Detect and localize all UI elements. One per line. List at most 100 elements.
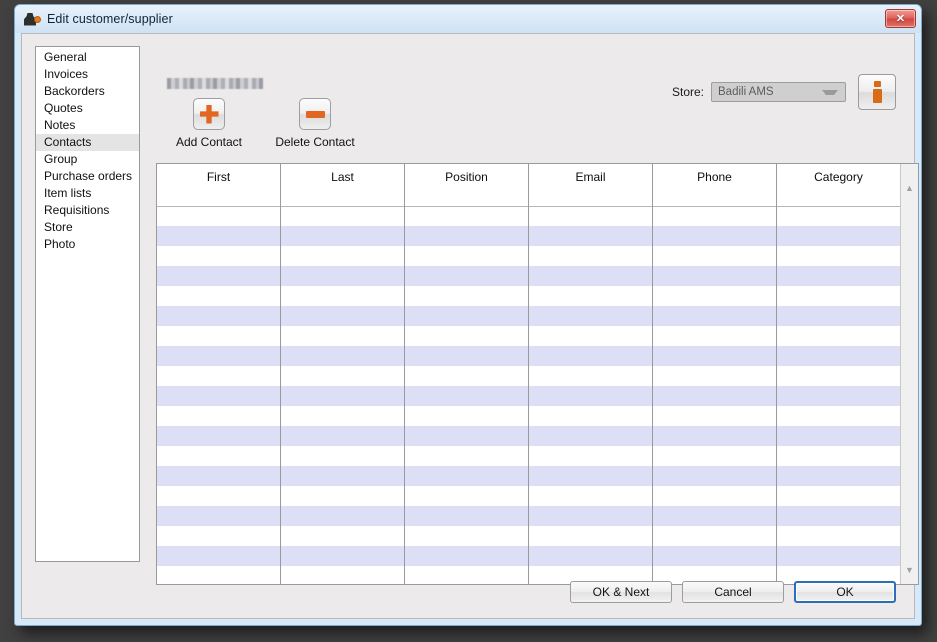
table-cell[interactable]: [777, 266, 900, 286]
table-cell[interactable]: [405, 466, 529, 486]
table-cell[interactable]: [777, 306, 900, 326]
table-cell[interactable]: [281, 466, 405, 486]
table-cell[interactable]: [777, 326, 900, 346]
table-cell[interactable]: [529, 446, 653, 466]
table-cell[interactable]: [281, 246, 405, 266]
table-cell[interactable]: [777, 386, 900, 406]
table-cell[interactable]: [281, 526, 405, 546]
table-cell[interactable]: [157, 346, 281, 366]
table-cell[interactable]: [405, 486, 529, 506]
sidebar-item-group[interactable]: Group: [36, 151, 139, 168]
table-cell[interactable]: [281, 326, 405, 346]
table-cell[interactable]: [777, 346, 900, 366]
table-cell[interactable]: [405, 366, 529, 386]
table-cell[interactable]: [529, 386, 653, 406]
table-cell[interactable]: [653, 446, 777, 466]
table-cell[interactable]: [157, 546, 281, 566]
table-cell[interactable]: [157, 286, 281, 306]
table-cell[interactable]: [529, 246, 653, 266]
table-cell[interactable]: [777, 506, 900, 526]
table-cell[interactable]: [405, 406, 529, 426]
cancel-button[interactable]: Cancel: [682, 581, 784, 603]
table-cell[interactable]: [281, 286, 405, 306]
table-cell[interactable]: [405, 446, 529, 466]
table-cell[interactable]: [157, 566, 281, 584]
table-cell[interactable]: [281, 566, 405, 584]
table-cell[interactable]: [281, 386, 405, 406]
table-row[interactable]: [157, 426, 900, 446]
table-cell[interactable]: [405, 306, 529, 326]
column-header-first[interactable]: First: [157, 164, 281, 206]
table-row[interactable]: [157, 226, 900, 246]
table-cell[interactable]: [405, 526, 529, 546]
add-contact-button[interactable]: Add Contact: [170, 98, 248, 149]
table-cell[interactable]: [281, 366, 405, 386]
table-cell[interactable]: [157, 406, 281, 426]
table-cell[interactable]: [529, 286, 653, 306]
table-cell[interactable]: [281, 426, 405, 446]
table-cell[interactable]: [281, 266, 405, 286]
info-button[interactable]: [858, 74, 896, 110]
table-cell[interactable]: [529, 406, 653, 426]
table-cell[interactable]: [157, 366, 281, 386]
table-cell[interactable]: [281, 346, 405, 366]
table-row[interactable]: [157, 326, 900, 346]
table-cell[interactable]: [157, 426, 281, 446]
scroll-up-icon[interactable]: ▲: [901, 180, 918, 196]
sidebar-item-requisitions[interactable]: Requisitions: [36, 202, 139, 219]
table-cell[interactable]: [529, 306, 653, 326]
table-cell[interactable]: [157, 466, 281, 486]
table-cell[interactable]: [157, 386, 281, 406]
table-cell[interactable]: [653, 546, 777, 566]
table-row[interactable]: [157, 506, 900, 526]
table-cell[interactable]: [281, 446, 405, 466]
sidebar-item-store[interactable]: Store: [36, 219, 139, 236]
table-cell[interactable]: [405, 426, 529, 446]
table-cell[interactable]: [157, 266, 281, 286]
sidebar-item-purchase-orders[interactable]: Purchase orders: [36, 168, 139, 185]
table-cell[interactable]: [281, 406, 405, 426]
table-cell[interactable]: [405, 346, 529, 366]
vertical-scrollbar[interactable]: ▲ ▼: [900, 164, 918, 584]
table-row[interactable]: [157, 306, 900, 326]
table-cell[interactable]: [777, 286, 900, 306]
table-cell[interactable]: [405, 326, 529, 346]
table-cell[interactable]: [529, 326, 653, 346]
column-header-category[interactable]: Category: [777, 164, 900, 206]
table-cell[interactable]: [653, 426, 777, 446]
close-icon[interactable]: [885, 9, 916, 28]
table-row[interactable]: [157, 546, 900, 566]
table-cell[interactable]: [653, 506, 777, 526]
table-cell[interactable]: [653, 206, 777, 226]
table-cell[interactable]: [281, 226, 405, 246]
table-cell[interactable]: [405, 506, 529, 526]
sidebar-nav-list[interactable]: General Invoices Backorders Quotes Notes…: [35, 46, 140, 562]
table-cell[interactable]: [281, 486, 405, 506]
table-cell[interactable]: [529, 426, 653, 446]
delete-contact-button[interactable]: Delete Contact: [276, 98, 354, 149]
table-cell[interactable]: [653, 466, 777, 486]
column-header-position[interactable]: Position: [405, 164, 529, 206]
table-cell[interactable]: [157, 446, 281, 466]
sidebar-item-notes[interactable]: Notes: [36, 117, 139, 134]
table-cell[interactable]: [777, 366, 900, 386]
table-cell[interactable]: [529, 366, 653, 386]
table-cell[interactable]: [405, 206, 529, 226]
table-row[interactable]: [157, 526, 900, 546]
table-row[interactable]: [157, 406, 900, 426]
table-cell[interactable]: [653, 386, 777, 406]
table-row[interactable]: [157, 466, 900, 486]
table-cell[interactable]: [653, 366, 777, 386]
sidebar-item-item-lists[interactable]: Item lists: [36, 185, 139, 202]
table-cell[interactable]: [281, 306, 405, 326]
table-cell[interactable]: [777, 466, 900, 486]
table-cell[interactable]: [529, 466, 653, 486]
table-cell[interactable]: [529, 526, 653, 546]
table-cell[interactable]: [529, 266, 653, 286]
sidebar-item-invoices[interactable]: Invoices: [36, 66, 139, 83]
table-cell[interactable]: [653, 346, 777, 366]
ok-and-next-button[interactable]: OK & Next: [570, 581, 672, 603]
table-row[interactable]: [157, 266, 900, 286]
sidebar-item-general[interactable]: General: [36, 49, 139, 66]
table-cell[interactable]: [405, 546, 529, 566]
